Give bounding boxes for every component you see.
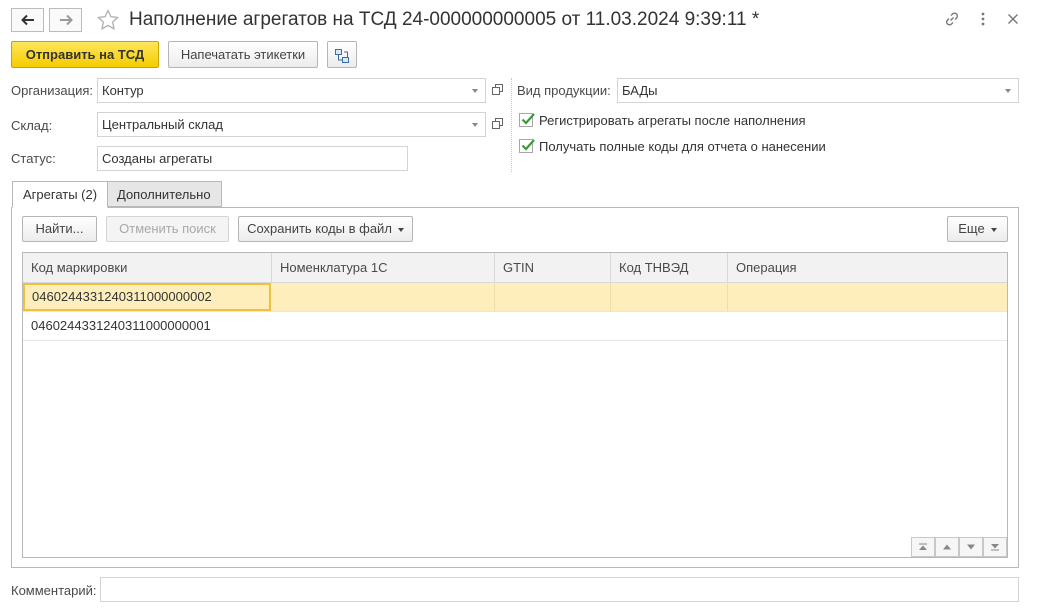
table-row[interactable]: 0460244331240311000000002 xyxy=(23,283,1007,312)
find-button[interactable]: Найти... xyxy=(22,216,97,242)
scroll-to-top-button[interactable] xyxy=(911,537,935,557)
checkmark-icon xyxy=(521,139,535,151)
save-codes-button[interactable]: Сохранить коды в файл xyxy=(238,216,413,242)
table-cell[interactable] xyxy=(728,283,1007,311)
dropdown-arrow-icon[interactable] xyxy=(465,113,485,136)
comment-label: Комментарий: xyxy=(11,583,97,598)
chevron-down-icon xyxy=(990,227,997,232)
table-cell[interactable]: 0460244331240311000000002 xyxy=(23,283,271,311)
checkmark-icon xyxy=(521,113,535,125)
more-button[interactable] xyxy=(972,9,994,31)
product-type-label: Вид продукции: xyxy=(517,83,611,98)
register-aggregates-checkbox[interactable] xyxy=(519,113,535,127)
column-header-marking-code[interactable]: Код маркировки xyxy=(23,253,272,283)
scroll-to-bottom-button[interactable] xyxy=(983,537,1007,557)
table-cell[interactable] xyxy=(495,312,611,340)
more-actions-button[interactable]: Еще xyxy=(947,216,1008,242)
window-title: Наполнение агрегатов на ТСД 24-000000000… xyxy=(129,9,760,30)
arrow-right-icon xyxy=(59,14,73,26)
dropdown-arrow-icon[interactable] xyxy=(998,79,1018,102)
open-organization-button[interactable] xyxy=(486,78,508,103)
more-actions-label: Еще xyxy=(958,221,985,236)
chevron-down-icon xyxy=(397,227,404,232)
organization-value: Контур xyxy=(102,83,144,98)
tab-additional[interactable]: Дополнительно xyxy=(106,181,222,207)
status-field[interactable]: Созданы агрегаты xyxy=(97,146,408,171)
product-type-field[interactable]: БАДы xyxy=(617,78,1019,103)
table-cell[interactable] xyxy=(611,283,728,311)
column-header-gtin[interactable]: GTIN xyxy=(495,253,611,283)
arrow-down-icon xyxy=(967,544,975,550)
organization-label: Организация: xyxy=(11,83,94,98)
close-icon xyxy=(1007,13,1019,28)
warehouse-label: Склад: xyxy=(11,118,53,133)
organization-field[interactable]: Контур xyxy=(97,78,486,103)
back-button[interactable] xyxy=(11,8,44,32)
forward-button[interactable] xyxy=(49,8,82,32)
print-labels-button[interactable]: Напечатать этикетки xyxy=(168,41,318,68)
save-codes-label: Сохранить коды в файл xyxy=(247,221,392,236)
hierarchy-icon xyxy=(334,47,350,72)
table-cell[interactable]: 0460244331240311000000001 xyxy=(23,312,272,340)
product-type-value: БАДы xyxy=(622,83,658,98)
more-vertical-icon xyxy=(981,12,985,29)
star-icon xyxy=(96,8,120,35)
aggregates-table[interactable]: Код маркировки Номенклатура 1С GTIN Код … xyxy=(22,252,1008,558)
full-codes-checkbox[interactable] xyxy=(519,139,535,153)
table-cell[interactable] xyxy=(728,312,1007,340)
link-button[interactable] xyxy=(941,9,963,31)
column-divider xyxy=(511,78,512,172)
table-cell[interactable] xyxy=(611,312,728,340)
last-icon xyxy=(991,544,999,551)
comment-field[interactable] xyxy=(100,577,1019,602)
scroll-up-button[interactable] xyxy=(935,537,959,557)
column-header-nomenclature[interactable]: Номенклатура 1С xyxy=(272,253,495,283)
open-window-icon xyxy=(491,83,503,98)
register-aggregates-label[interactable]: Регистрировать агрегаты после наполнения xyxy=(539,113,806,128)
first-icon xyxy=(919,543,927,550)
table-cell[interactable] xyxy=(272,312,495,340)
close-button[interactable] xyxy=(1002,9,1024,31)
send-to-tsd-button[interactable]: Отправить на ТСД xyxy=(11,41,159,68)
favorite-button[interactable] xyxy=(96,8,120,32)
open-window-icon xyxy=(491,117,503,132)
link-icon xyxy=(944,11,960,30)
open-warehouse-button[interactable] xyxy=(486,112,508,137)
column-header-tnved[interactable]: Код ТНВЭД xyxy=(611,253,728,283)
column-header-operation[interactable]: Операция xyxy=(728,253,1007,283)
structure-button[interactable] xyxy=(327,41,357,68)
warehouse-value: Центральный склад xyxy=(102,117,223,132)
arrow-up-icon xyxy=(943,544,951,550)
table-cell[interactable] xyxy=(495,283,611,311)
dropdown-arrow-icon[interactable] xyxy=(465,79,485,102)
table-row[interactable]: 0460244331240311000000001 xyxy=(23,312,1007,341)
arrow-left-icon xyxy=(20,14,35,26)
scroll-down-button[interactable] xyxy=(959,537,983,557)
tab-aggregates[interactable]: Агрегаты (2) xyxy=(12,181,109,208)
warehouse-field[interactable]: Центральный склад xyxy=(97,112,486,137)
cancel-search-button[interactable]: Отменить поиск xyxy=(106,216,229,242)
full-codes-label[interactable]: Получать полные коды для отчета о нанесе… xyxy=(539,139,826,154)
table-cell[interactable] xyxy=(272,283,495,311)
status-label: Статус: xyxy=(11,151,56,166)
